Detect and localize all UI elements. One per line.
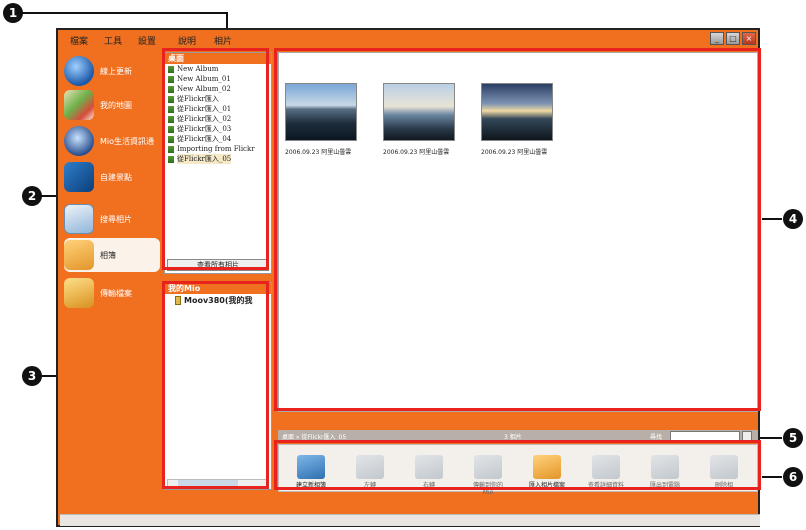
sidebar-item-label: 我的地圖 — [100, 100, 132, 110]
sidebar-item-photo-search[interactable]: 搜尋相片 — [64, 202, 160, 236]
close-button[interactable]: × — [742, 32, 756, 45]
poi-icon — [64, 162, 94, 192]
menu-file[interactable]: 檔案 — [70, 34, 88, 47]
sidebar-item-transfer[interactable]: 傳輸檔案 — [64, 276, 160, 310]
sidebar-item-mio-info[interactable]: Mio生活資訊通 — [64, 124, 160, 158]
callout-4: 4 — [783, 209, 803, 229]
highlight-box-mio — [162, 281, 269, 489]
menu-help[interactable]: 說明 — [178, 34, 196, 47]
highlight-box-albums — [162, 48, 269, 270]
highlight-box-toolbar — [274, 440, 761, 490]
info-globe-icon — [64, 126, 94, 156]
album-icon — [64, 240, 94, 270]
sidebar-item-label: 搜尋相片 — [100, 214, 132, 224]
highlight-box-photos — [274, 48, 761, 411]
screenshot-root: 1 2 3 4 5 6 檔案 工具 設置 說明 相片 _ □ × 線上更新 我的… — [0, 0, 806, 530]
sidebar-item-my-maps[interactable]: 我的地圖 — [64, 88, 160, 122]
sidebar-item-label: 傳輸檔案 — [100, 288, 132, 298]
menu-tools[interactable]: 工具 — [104, 34, 122, 47]
sidebar-item-label: 線上更新 — [100, 66, 132, 76]
callout-3: 3 — [22, 366, 42, 386]
sidebar-item-label: Mio生活資訊通 — [100, 136, 155, 146]
callout-1: 1 — [3, 3, 23, 23]
menu-photos[interactable]: 相片 — [214, 34, 232, 47]
sidebar-item-albums[interactable]: 相簿 — [64, 238, 160, 272]
callout-6: 6 — [783, 467, 803, 487]
photo-search-icon — [64, 204, 94, 234]
maximize-button[interactable]: □ — [726, 32, 740, 45]
menu-bar: 檔案 工具 設置 說明 相片 _ □ × — [58, 30, 758, 50]
sidebar-item-online-update[interactable]: 線上更新 — [64, 54, 160, 88]
bottom-status-strip — [60, 514, 760, 526]
sidebar-item-label: 自建景點 — [100, 172, 132, 182]
folder-icon — [64, 278, 94, 308]
globe-icon — [64, 56, 94, 86]
minimize-button[interactable]: _ — [710, 32, 724, 45]
sidebar-item-custom-poi[interactable]: 自建景點 — [64, 160, 160, 194]
map-icon — [64, 90, 94, 120]
callout-line-6 — [762, 476, 782, 478]
callout-line-1 — [22, 12, 228, 14]
callout-2: 2 — [22, 186, 42, 206]
menu-settings[interactable]: 設置 — [138, 34, 156, 47]
sidebar-item-label: 相簿 — [100, 250, 116, 260]
callout-5: 5 — [783, 428, 803, 448]
callout-line-4 — [762, 218, 782, 220]
